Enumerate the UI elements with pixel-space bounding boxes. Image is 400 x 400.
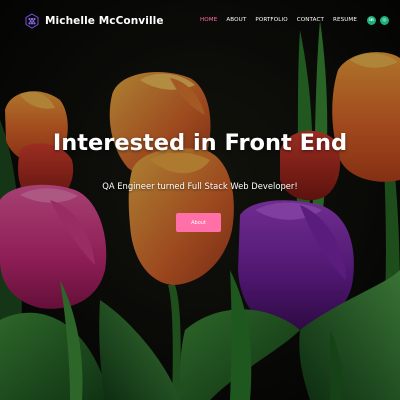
brand[interactable]: Michelle McConville xyxy=(24,13,164,29)
hero-subline: QA Engineer turned Full Stack Web Develo… xyxy=(102,181,298,191)
nav-item-about[interactable]: ABOUT xyxy=(226,17,246,23)
social-links: in ◎ xyxy=(363,16,389,25)
linkedin-icon[interactable]: in xyxy=(367,16,376,25)
nav-item-contact[interactable]: CONTACT xyxy=(297,17,324,23)
nav-item-home[interactable]: HOME xyxy=(200,17,217,23)
hexagon-dots-logo-icon xyxy=(25,13,39,29)
brand-name: Michelle McConville xyxy=(45,15,164,27)
hero-overlay xyxy=(0,0,400,400)
hero-background xyxy=(0,0,400,400)
nav-menu: HOME ABOUT PORTFOLIO CONTACT RESUME xyxy=(191,17,357,23)
top-navbar: Michelle McConville HOME ABOUT PORTFOLIO… xyxy=(0,0,400,42)
nav-item-resume[interactable]: RESUME xyxy=(333,17,357,23)
nav-item-portfolio[interactable]: PORTFOLIO xyxy=(255,17,287,23)
about-button[interactable]: About xyxy=(176,213,221,232)
hero-headline: Interested in Front End xyxy=(52,130,348,156)
github-icon[interactable]: ◎ xyxy=(380,16,389,25)
